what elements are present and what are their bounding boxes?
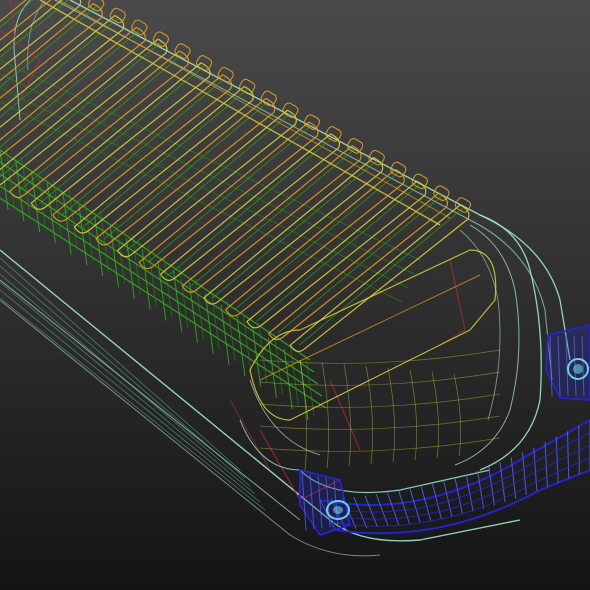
mount-left-bolt-center xyxy=(333,506,343,514)
wireframe-model-render xyxy=(0,0,590,590)
mount-right-bolt-center xyxy=(573,364,583,374)
viewport-background xyxy=(0,0,590,590)
wireframe-viewport xyxy=(0,0,590,590)
